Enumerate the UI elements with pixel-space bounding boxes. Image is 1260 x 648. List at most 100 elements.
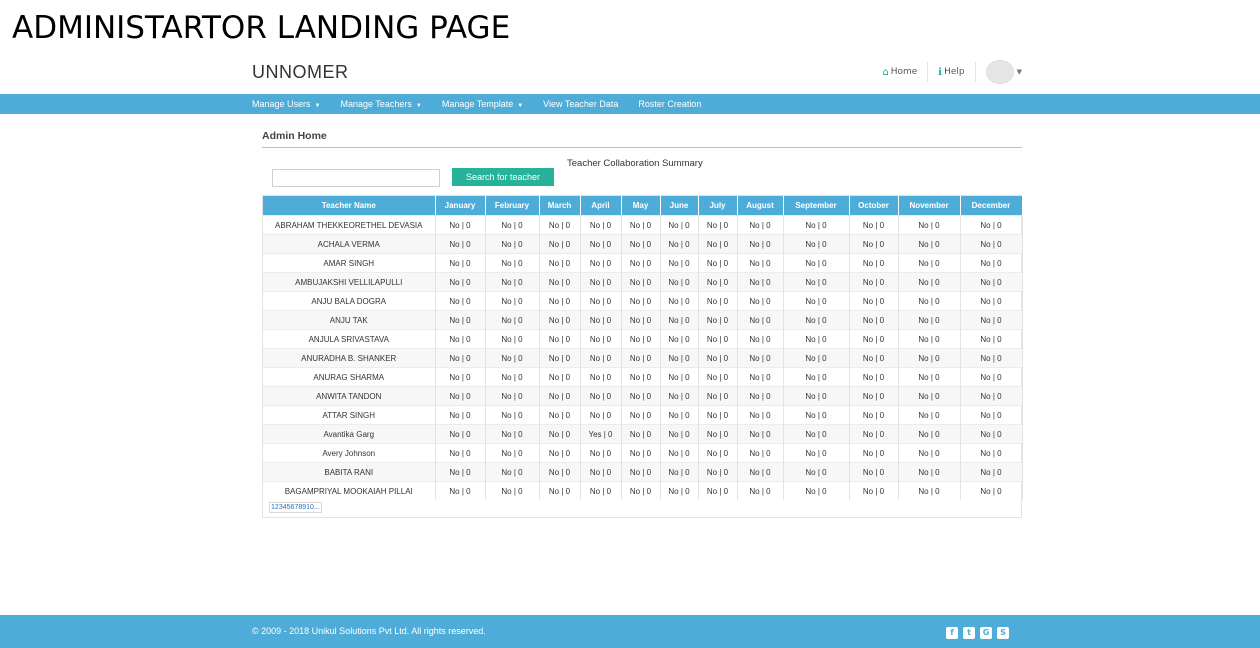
search-input[interactable] bbox=[272, 169, 440, 187]
month-cell: No | 0 bbox=[435, 291, 486, 311]
month-cell: No | 0 bbox=[485, 272, 540, 292]
table-header-row: Teacher Name January February March April May… bbox=[263, 196, 1023, 216]
nav-item-label: View Teacher Data bbox=[543, 99, 619, 109]
teacher-name-cell: Avantika Garg bbox=[263, 424, 436, 444]
month-cell: No | 0 bbox=[737, 405, 784, 425]
month-cell: No | 0 bbox=[737, 310, 784, 330]
column-header[interactable]: March bbox=[539, 196, 581, 216]
teacher-name-cell: ANWITA TANDON bbox=[263, 386, 436, 406]
month-cell: No | 0 bbox=[580, 367, 622, 387]
page-title: Admin Home bbox=[262, 130, 327, 142]
month-cell: No | 0 bbox=[621, 481, 661, 500]
column-header[interactable]: June bbox=[660, 196, 699, 216]
month-cell: No | 0 bbox=[621, 348, 661, 368]
month-cell: No | 0 bbox=[698, 291, 738, 311]
search-teacher-button[interactable]: Search for teacher bbox=[452, 168, 554, 186]
month-cell: No | 0 bbox=[435, 367, 486, 387]
column-header[interactable]: May bbox=[621, 196, 661, 216]
home-link[interactable]: ⌂ Home bbox=[872, 67, 927, 78]
month-cell: No | 0 bbox=[539, 424, 581, 444]
month-cell: No | 0 bbox=[485, 405, 540, 425]
month-cell: No | 0 bbox=[849, 424, 899, 444]
month-cell: No | 0 bbox=[435, 234, 486, 254]
page-link[interactable]: 10 bbox=[306, 504, 314, 511]
month-cell: No | 0 bbox=[737, 215, 784, 235]
month-cell: No | 0 bbox=[698, 272, 738, 292]
column-header[interactable]: August bbox=[737, 196, 784, 216]
month-cell: No | 0 bbox=[580, 329, 622, 349]
table-row: ANURADHA B. SHANKER No | 0 No | 0 No | 0 No … bbox=[263, 348, 1023, 368]
table-row: BABITA RANI No | 0 No | 0 No | 0 No | 0 No | … bbox=[263, 462, 1023, 482]
page-link[interactable]: ... bbox=[314, 504, 320, 511]
column-header[interactable]: Teacher Name bbox=[263, 196, 436, 216]
month-cell: No | 0 bbox=[737, 234, 784, 254]
month-cell: No | 0 bbox=[621, 443, 661, 463]
social-links: ftGS bbox=[946, 627, 1014, 639]
month-cell: No | 0 bbox=[737, 272, 784, 292]
month-cell: No | 0 bbox=[898, 386, 961, 406]
month-cell: No | 0 bbox=[621, 367, 661, 387]
month-cell: No | 0 bbox=[621, 272, 661, 292]
home-link-label: Home bbox=[890, 67, 918, 77]
table-row: AMBUJAKSHI VELLILAPULLI No | 0 No | 0 No | … bbox=[263, 272, 1023, 292]
month-cell: No | 0 bbox=[539, 291, 581, 311]
month-cell: No | 0 bbox=[960, 443, 1023, 463]
month-cell: No | 0 bbox=[660, 443, 699, 463]
skype-icon[interactable]: S bbox=[997, 627, 1009, 639]
month-cell: No | 0 bbox=[960, 234, 1023, 254]
month-cell: No | 0 bbox=[485, 462, 540, 482]
table-row: Avery Johnson No | 0 No | 0 No | 0 No | 0 No … bbox=[263, 443, 1023, 463]
month-cell: No | 0 bbox=[435, 424, 486, 444]
month-cell: No | 0 bbox=[849, 329, 899, 349]
month-cell: No | 0 bbox=[435, 481, 486, 500]
nav-item-manage-users[interactable]: Manage Users ▼ bbox=[252, 99, 320, 109]
month-cell: No | 0 bbox=[539, 367, 581, 387]
month-cell: No | 0 bbox=[849, 348, 899, 368]
column-header[interactable]: September bbox=[783, 196, 850, 216]
month-cell: No | 0 bbox=[849, 405, 899, 425]
nav-item-roster-creation[interactable]: Roster Creation bbox=[638, 99, 701, 109]
help-link[interactable]: ℹ Help bbox=[928, 67, 974, 78]
month-cell: No | 0 bbox=[539, 386, 581, 406]
month-cell: No | 0 bbox=[783, 386, 850, 406]
month-cell: No | 0 bbox=[435, 462, 486, 482]
column-header[interactable]: January bbox=[435, 196, 486, 216]
month-cell: No | 0 bbox=[960, 272, 1023, 292]
column-header[interactable]: December bbox=[960, 196, 1023, 216]
user-menu[interactable]: ▼ bbox=[976, 60, 1022, 84]
month-cell: No | 0 bbox=[698, 234, 738, 254]
teacher-name-cell: ATTAR SINGH bbox=[263, 405, 436, 425]
month-cell: No | 0 bbox=[783, 272, 850, 292]
month-cell: No | 0 bbox=[960, 405, 1023, 425]
brand-logo[interactable]: UNNOMER bbox=[252, 62, 349, 83]
nav-item-view-teacher-data[interactable]: View Teacher Data bbox=[543, 99, 618, 109]
table-row: ATTAR SINGH No | 0 No | 0 No | 0 No | 0 No | … bbox=[263, 405, 1023, 425]
table-row: ANWITA TANDON No | 0 No | 0 No | 0 No | 0 No … bbox=[263, 386, 1023, 406]
month-cell: No | 0 bbox=[737, 443, 784, 463]
month-cell: No | 0 bbox=[621, 215, 661, 235]
month-cell: No | 0 bbox=[898, 367, 961, 387]
month-cell: No | 0 bbox=[698, 462, 738, 482]
month-cell: No | 0 bbox=[783, 405, 850, 425]
column-header[interactable]: October bbox=[849, 196, 899, 216]
twitter-icon[interactable]: t bbox=[963, 627, 975, 639]
page-caption: ADMINISTARTOR LANDING PAGE bbox=[12, 10, 511, 46]
avatar[interactable] bbox=[985, 60, 1014, 84]
nav-item-label: Manage Users bbox=[252, 99, 311, 109]
google-plus-icon[interactable]: G bbox=[980, 627, 992, 639]
column-header[interactable]: April bbox=[580, 196, 622, 216]
column-header[interactable]: July bbox=[698, 196, 738, 216]
table-row: ANJU BALA DOGRA No | 0 No | 0 No | 0 No | 0N… bbox=[263, 291, 1023, 311]
month-cell: No | 0 bbox=[783, 215, 850, 235]
column-header[interactable]: February bbox=[485, 196, 540, 216]
nav-item-manage-template[interactable]: Manage Template ▼ bbox=[442, 99, 523, 109]
facebook-icon[interactable]: f bbox=[946, 627, 958, 639]
nav-item-manage-teachers[interactable]: Manage Teachers ▼ bbox=[340, 99, 421, 109]
teacher-name-cell: BAGAMPRIYAL MOOKAIAH PILLAI bbox=[263, 481, 436, 500]
pagination: 12345678910... bbox=[269, 502, 322, 513]
month-cell: No | 0 bbox=[539, 405, 581, 425]
month-cell: No | 0 bbox=[539, 272, 581, 292]
month-cell: No | 0 bbox=[898, 424, 961, 444]
column-header[interactable]: November bbox=[898, 196, 961, 216]
month-cell: No | 0 bbox=[849, 367, 899, 387]
